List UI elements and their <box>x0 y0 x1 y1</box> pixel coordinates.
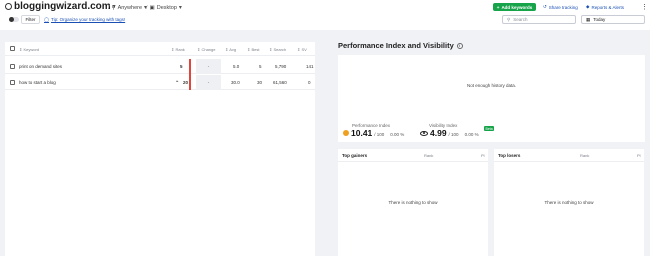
performance-title: Performance Index and Visibility i <box>338 41 463 50</box>
top-bar: bloggingwizard.com ▾ / ⚲ Anywhere ▾ / ▣ … <box>0 0 650 30</box>
sv-cell: 141 <box>306 64 314 69</box>
chevron-down-icon: ▾ <box>178 5 182 11</box>
beta-badge: Beta <box>484 126 495 131</box>
col-avg-label: Avg <box>229 47 237 52</box>
top-gainers-card: Top gainers Rank Pl There is nothing to … <box>338 149 488 256</box>
info-icon[interactable]: i <box>456 42 463 49</box>
desktop-icon: ▣ <box>149 4 155 11</box>
col-best-label: Best <box>251 47 260 52</box>
location-selector[interactable]: / ⚲ Anywhere ▾ <box>108 4 147 12</box>
search-icon: ⚲ <box>507 16 511 22</box>
top-losers-card: Top losers Rank Pl There is nothing to s… <box>494 149 644 256</box>
performance-index-value: 10.41 / 100 0.00 % <box>343 128 404 138</box>
pi-change: 0.00 % <box>390 132 405 137</box>
vi-value: 4.99 <box>430 128 447 138</box>
change-cell: - <box>196 75 221 90</box>
share-icon: ↺ <box>543 4 547 9</box>
pin-icon: ⚲ <box>111 4 116 11</box>
bell-icon: ◆ <box>586 4 590 9</box>
search-volume-cell: 5,790 <box>275 64 287 69</box>
col-change-label: Change <box>201 47 216 52</box>
eye-icon <box>420 130 428 136</box>
col-sv-label: SV <box>301 47 307 52</box>
reports-alerts-label: Reports & Alerts <box>591 4 624 10</box>
avg-cell: 30.0 <box>231 80 240 85</box>
domain-selector[interactable]: bloggingwizard.com ▾ <box>5 1 116 12</box>
pi-value: 10.41 <box>351 128 373 138</box>
device-selector[interactable]: / ▣ Desktop ▾ <box>146 4 182 12</box>
gainers-title: Top gainers <box>342 153 368 158</box>
performance-index-icon <box>343 130 349 136</box>
filter-toggle[interactable] <box>9 17 19 22</box>
rank-cell: 20 <box>183 80 189 85</box>
vi-max: / 100 <box>448 132 459 137</box>
rank-cell: 5 <box>180 64 183 69</box>
tag-icon: ◯ <box>44 17 50 22</box>
change-cell: - <box>196 59 221 74</box>
device-label: Desktop <box>156 4 177 11</box>
share-tracking-label: Share tracking <box>548 4 578 10</box>
no-history-message: Not enough history data. <box>466 83 517 88</box>
col-keyword-label: Keyword <box>23 47 40 52</box>
calendar-icon: ▦ <box>586 16 591 22</box>
col-change[interactable]: ⇕ Change <box>197 47 215 52</box>
losers-empty-message: There is nothing to show <box>544 200 594 205</box>
gainers-pl-col: Pl <box>481 153 485 158</box>
col-search-label: Search <box>273 47 287 52</box>
performance-card: Not enough history data. Performance Ind… <box>338 55 645 142</box>
row-checkbox[interactable] <box>10 80 15 85</box>
keyword-cell[interactable]: how to start a blog <box>19 80 56 85</box>
share-tracking-link[interactable]: ↺ Share tracking <box>543 4 578 10</box>
tip-text: Tip: Organize your tracking with tags! <box>51 17 126 22</box>
visibility-index-value: 4.99 / 100 0.00 % <box>420 128 479 138</box>
losers-rank-col: Rank <box>580 153 590 158</box>
losers-pl-col: Pl <box>637 153 641 158</box>
keyword-cell[interactable]: print on demand sites <box>19 64 62 69</box>
best-cell: 30 <box>257 80 263 85</box>
sv-cell: 0 <box>308 80 311 85</box>
keyword-table: ⇕ Keyword ⇕ Rank ⇕ Change ⇕ Avg ⇕ Best ⇕… <box>5 42 315 256</box>
col-best[interactable]: ⇕ Best <box>247 47 259 52</box>
filter-button[interactable]: Filter <box>21 15 40 24</box>
performance-title-text: Performance Index and Visibility <box>338 41 454 50</box>
col-keyword[interactable]: ⇕ Keyword <box>19 47 39 52</box>
domain-name: bloggingwizard.com <box>14 1 111 12</box>
table-row[interactable]: print on demand sites 5 - 5.0 5 5,790 14… <box>5 59 315 74</box>
col-avg[interactable]: ⇕ Avg <box>225 47 236 52</box>
date-selector[interactable]: ▦ Today <box>581 15 645 24</box>
avg-cell: 5.0 <box>233 64 240 69</box>
reports-alerts-link[interactable]: ◆ Reports & Alerts <box>586 4 624 10</box>
search-placeholder: Search <box>513 17 528 22</box>
date-value: Today <box>593 17 606 22</box>
vi-change: 0.00 % <box>464 132 479 137</box>
more-options-icon[interactable]: ⋮ <box>641 3 648 11</box>
add-keywords-button[interactable]: + Add keywords <box>493 3 536 11</box>
col-rank[interactable]: ⇕ Rank <box>171 47 185 52</box>
divider: / <box>108 4 110 11</box>
losers-header: Top losers Rank Pl <box>494 149 644 162</box>
location-label: Anywhere <box>117 4 143 11</box>
row-checkbox[interactable] <box>10 64 15 69</box>
col-rank-label: Rank <box>175 47 185 52</box>
pi-max: / 100 <box>374 132 385 137</box>
gainers-empty-message: There is nothing to show <box>388 200 438 205</box>
table-header: ⇕ Keyword ⇕ Rank ⇕ Change ⇕ Avg ⇕ Best ⇕… <box>5 42 315 56</box>
table-row[interactable]: how to start a blog ❝ 20 - 30.0 30 61,56… <box>5 75 315 90</box>
search-volume-cell: 61,560 <box>273 80 287 85</box>
globe-icon <box>5 3 12 10</box>
gainers-rank-col: Rank <box>424 153 434 158</box>
search-input[interactable]: ⚲ Search <box>502 15 576 24</box>
add-keywords-label: Add keywords <box>501 4 533 10</box>
divider: / <box>146 4 148 11</box>
losers-title: Top losers <box>498 153 521 158</box>
gainers-header: Top gainers Rank Pl <box>338 149 488 162</box>
select-all-checkbox[interactable] <box>10 46 15 51</box>
rank-indicator-bar <box>189 59 191 90</box>
col-sv[interactable]: ⇕ SV <box>297 47 307 52</box>
tip-link[interactable]: ◯ Tip: Organize your tracking with tags! <box>44 17 125 23</box>
serp-feature-icon: ❝ <box>176 80 179 85</box>
plus-icon: + <box>496 4 500 10</box>
best-cell: 5 <box>259 64 262 69</box>
col-search[interactable]: ⇕ Search <box>269 47 286 52</box>
